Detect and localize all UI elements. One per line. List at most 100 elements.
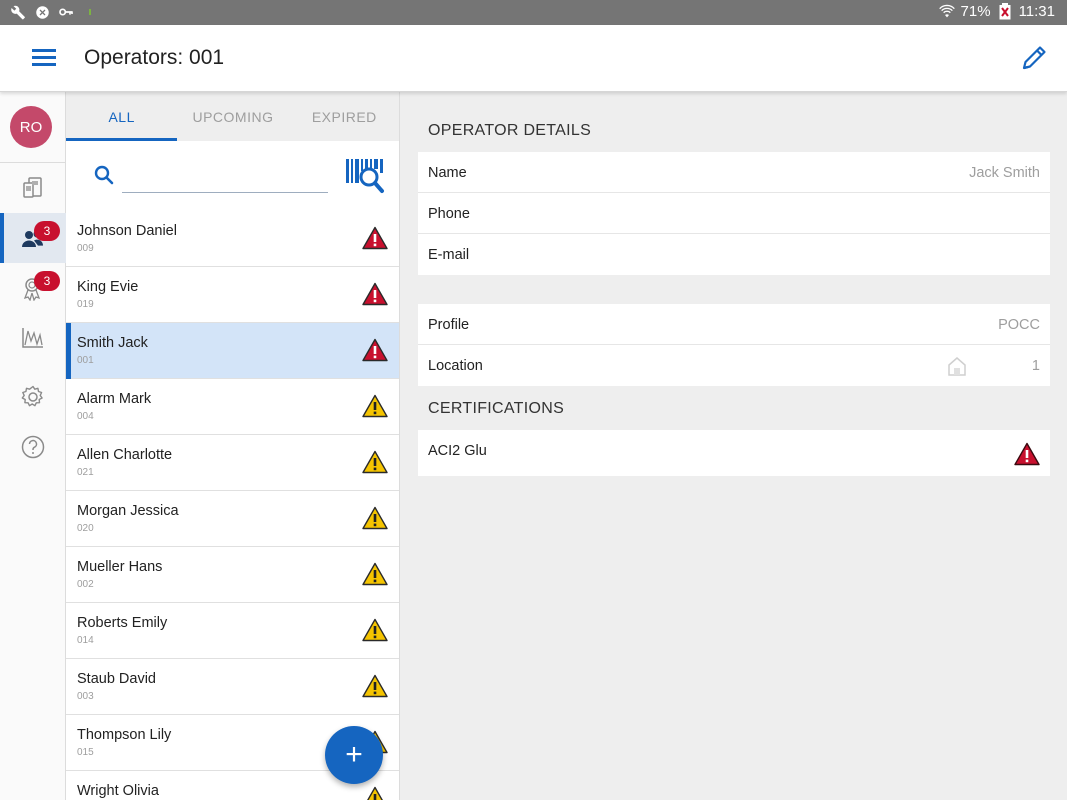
upcoming-warning-icon (362, 450, 388, 474)
page-title: Operators: 001 (84, 46, 225, 69)
chart-icon (22, 328, 43, 348)
operator-id: 021 (77, 467, 94, 478)
rail-item-certifications[interactable]: 3 (0, 263, 66, 313)
help-icon (21, 435, 45, 459)
wifi-icon (938, 4, 955, 20)
operator-id: 015 (77, 747, 94, 758)
operator-name: Wright Olivia (77, 783, 159, 799)
certification-row[interactable]: ACI2 Glu (418, 430, 1050, 476)
certifications-title: CERTIFICATIONS (428, 400, 565, 417)
settings-icon (21, 385, 43, 407)
expired-warning-icon (362, 338, 388, 362)
upcoming-warning-icon (362, 562, 388, 586)
expired-warning-icon (1014, 442, 1040, 466)
list-item[interactable]: Smith Jack 001 (66, 323, 399, 379)
profile-value: POCC (998, 317, 1040, 333)
operator-id: 019 (77, 299, 94, 310)
list-item[interactable]: Johnson Daniel 009 (66, 211, 399, 267)
barcode-scan-button[interactable] (344, 155, 386, 195)
phone-label: Phone (428, 206, 470, 222)
upcoming-warning-icon (362, 394, 388, 418)
operators-badge: 3 (34, 221, 60, 241)
name-label: Name (428, 165, 467, 181)
upcoming-warning-icon (367, 786, 383, 800)
email-row[interactable]: E-mail (418, 234, 1050, 275)
operator-id: 020 (77, 523, 94, 534)
operator-name: Roberts Emily (77, 615, 168, 631)
list-item[interactable]: Alarm Mark 004 (66, 379, 399, 435)
operator-name: Allen Charlotte (77, 447, 173, 463)
location-row[interactable]: Location 1 (418, 345, 1050, 386)
rail-item-operators[interactable]: 3 (0, 213, 66, 263)
pencil-icon (1022, 46, 1046, 70)
operator-name: Mueller Hans (77, 559, 163, 575)
location-label: Location (428, 358, 483, 374)
operator-name: Thompson Lily (77, 727, 172, 743)
operator-name: Alarm Mark (77, 391, 152, 407)
menu-button[interactable] (30, 46, 60, 70)
android-icon (34, 4, 50, 20)
operator-id: 009 (77, 243, 94, 254)
key-icon (58, 4, 74, 20)
devices-icon (23, 177, 42, 198)
operator-id: 001 (77, 355, 94, 366)
status-bar: 71% 11:31 (0, 0, 1067, 25)
operator-id: 003 (77, 691, 94, 702)
certifications-card: ACI2 Glu (418, 430, 1050, 476)
search-row (66, 141, 399, 211)
rail-item-settings[interactable] (0, 372, 66, 422)
app-bar: Operators: 001 (0, 25, 1067, 92)
rail-item-devices[interactable] (0, 163, 66, 213)
barcode-search-icon (346, 159, 384, 193)
tab-all[interactable]: ALL (66, 92, 178, 141)
search-input[interactable] (122, 163, 328, 193)
operator-name: Morgan Jessica (77, 503, 179, 519)
list-item[interactable]: Allen Charlotte 021 (66, 435, 399, 491)
operators-list: Johnson Daniel 009 King Evie 019 Smith Jack 0… (66, 211, 399, 800)
list-item[interactable]: Staub David 003 (66, 659, 399, 715)
operator-id: 014 (77, 635, 94, 646)
upcoming-warning-icon (362, 618, 388, 642)
rail-item-help[interactable] (0, 422, 66, 472)
avatar[interactable]: RO (10, 106, 52, 148)
clock: 11:31 (1018, 3, 1055, 20)
notification-dot-icon (82, 4, 98, 20)
hamburger-menu-icon (32, 49, 56, 66)
operator-id: 004 (77, 411, 94, 422)
operator-info-card: Name Jack Smith Phone E-mail (418, 152, 1050, 275)
operator-details-panel: OPERATOR DETAILS Name Jack Smith Phone E… (400, 92, 1067, 800)
battery-percent: 71% (960, 3, 991, 20)
expired-warning-icon (362, 226, 388, 250)
list-item[interactable]: King Evie 019 (66, 267, 399, 323)
wrench-icon (10, 4, 26, 20)
upcoming-warning-icon (362, 674, 388, 698)
operator-id: 002 (77, 579, 94, 590)
profile-row[interactable]: Profile POCC (418, 304, 1050, 345)
phone-row[interactable]: Phone (418, 193, 1050, 234)
tab-upcoming[interactable]: UPCOMING (177, 92, 288, 141)
navigation-rail: RO 3 3 (0, 92, 66, 800)
location-value: 1 (1031, 358, 1040, 374)
edit-button[interactable] (1017, 41, 1051, 75)
upcoming-warning-icon (362, 506, 388, 530)
add-operator-button[interactable]: + (325, 726, 383, 784)
list-item[interactable]: Mueller Hans 002 (66, 547, 399, 603)
search-icon (94, 165, 114, 185)
certifications-badge: 3 (34, 271, 60, 291)
email-label: E-mail (428, 247, 470, 263)
profile-label: Profile (428, 317, 470, 333)
operators-list-panel: ALL UPCOMING EXPIRED Johnson Daniel 009 Ki… (66, 92, 400, 800)
profile-card: Profile POCC Location 1 (418, 304, 1050, 386)
tab-bar: ALL UPCOMING EXPIRED (66, 92, 399, 141)
operator-name: Johnson Daniel (77, 223, 177, 239)
operator-name: Smith Jack (77, 335, 148, 351)
rail-item-chart[interactable] (0, 313, 66, 363)
list-item[interactable]: Roberts Emily 014 (66, 603, 399, 659)
name-row[interactable]: Name Jack Smith (418, 152, 1050, 193)
list-item[interactable]: Morgan Jessica 020 (66, 491, 399, 547)
tab-expired[interactable]: EXPIRED (289, 92, 399, 141)
operator-details-title: OPERATOR DETAILS (428, 122, 592, 139)
certification-name: ACI2 Glu (428, 443, 487, 459)
battery-icon (997, 3, 1013, 20)
operator-name: King Evie (77, 279, 139, 295)
